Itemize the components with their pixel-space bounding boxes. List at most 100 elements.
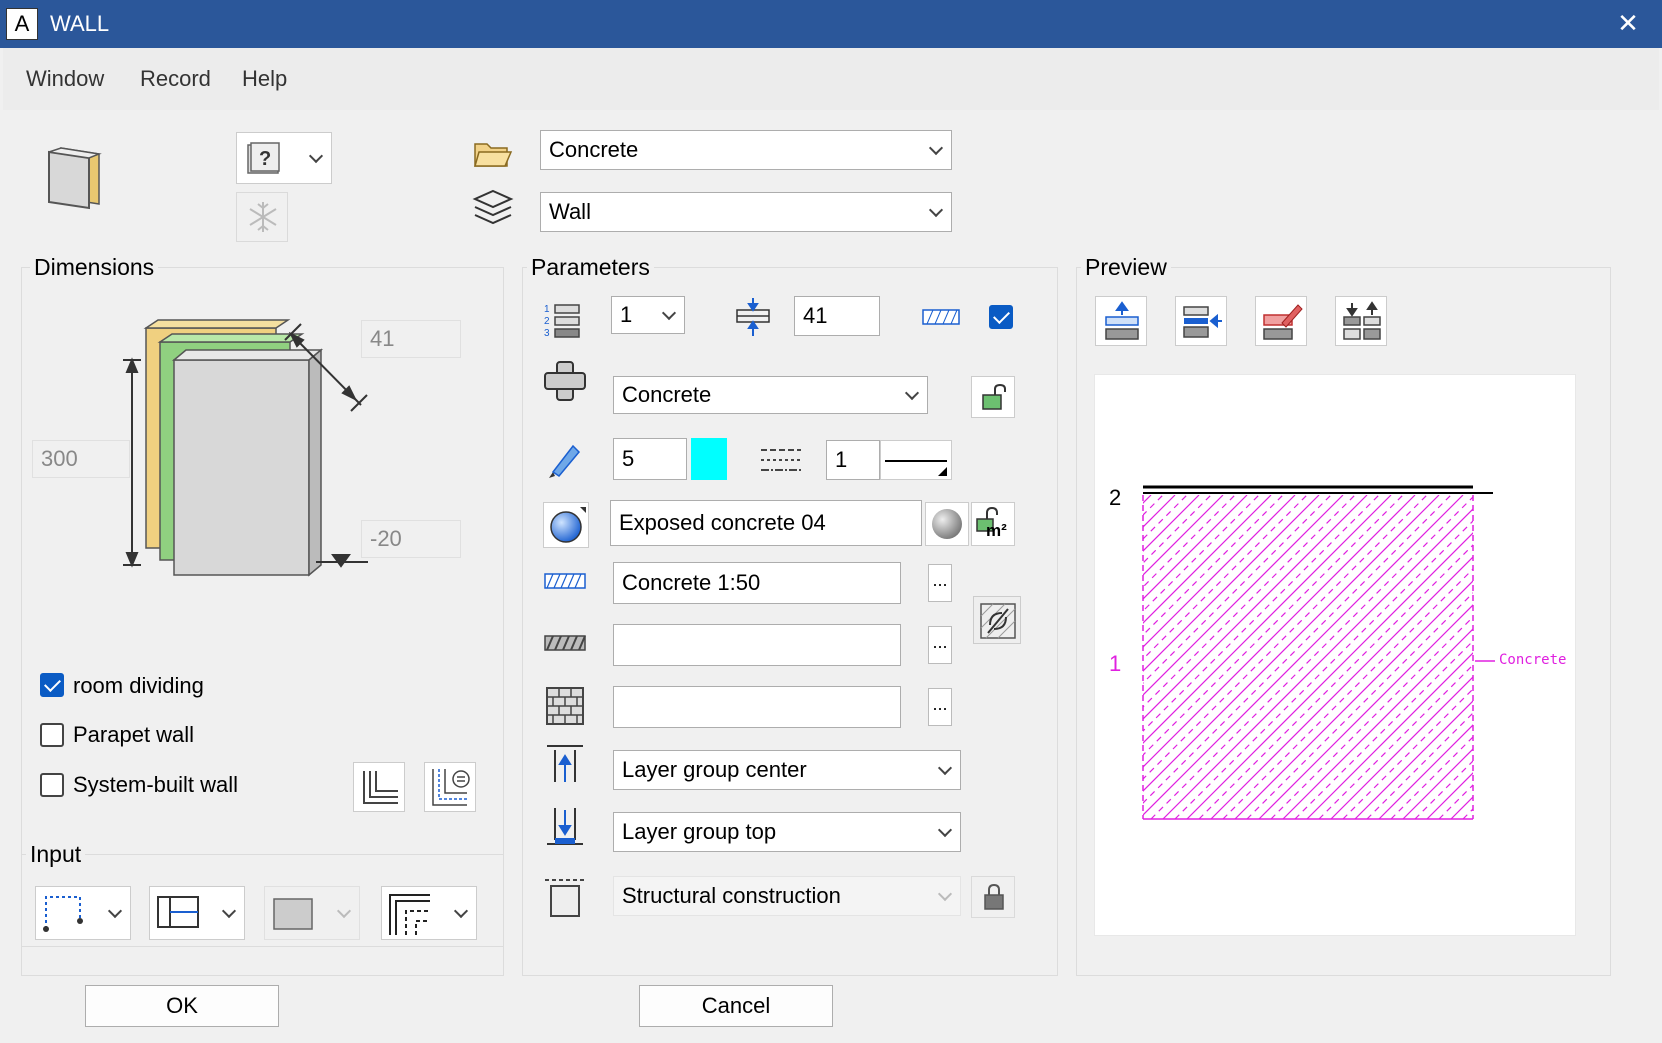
chevron-down-icon — [928, 140, 944, 156]
sphere-surface-icon — [550, 507, 586, 543]
parameters-label: Parameters — [527, 254, 654, 281]
layer-material-value: Concrete — [622, 382, 712, 407]
svg-text:1: 1 — [544, 304, 550, 315]
filling-field[interactable] — [613, 686, 901, 728]
surface-field[interactable]: Exposed concrete 04 — [610, 500, 922, 546]
layer-thickness-icon — [736, 298, 770, 336]
preview-swap-layers-button[interactable] — [1335, 296, 1387, 346]
dimension-height-field[interactable]: 300 — [32, 440, 130, 478]
input-offset-dropdown[interactable] — [381, 886, 477, 940]
anchor-top-value: Layer group top — [622, 819, 777, 844]
close-icon[interactable]: ✕ — [1608, 6, 1648, 40]
layer-number-combo[interactable]: 1 — [611, 296, 685, 334]
freeze-button[interactable] — [236, 192, 288, 242]
hatch-line-dashed — [1143, 495, 1164, 516]
menu-record[interactable]: Record — [140, 66, 211, 92]
app-icon: A — [6, 8, 38, 40]
construction-lock-button[interactable] — [971, 876, 1015, 918]
surface-button[interactable] — [543, 502, 589, 548]
wall-dimension-diagram — [123, 319, 368, 577]
wall-element-icon — [48, 147, 102, 210]
room-dividing-label: room dividing — [73, 673, 204, 698]
ok-button[interactable]: OK — [85, 985, 279, 1027]
pen-color-swatch[interactable] — [691, 438, 727, 480]
dimension-offset-field[interactable]: -20 — [361, 520, 461, 558]
system-built-wall-label: System-built wall — [73, 772, 239, 797]
preview-edit-layer-button[interactable] — [1255, 296, 1307, 346]
title-bar: A WALL ✕ — [0, 0, 1662, 48]
anchor-center-value: Layer group center — [622, 757, 807, 782]
hatch-line — [1143, 495, 1440, 792]
hatching-swap-button[interactable] — [973, 596, 1021, 644]
material-catalog-combo[interactable]: Concrete — [540, 130, 952, 170]
preview-insert-side-button[interactable] — [1175, 296, 1227, 346]
line-type-field[interactable]: 1 — [826, 440, 880, 480]
dialog-content: ? Concrete Wall Dimensions 41 300 -20 ro… — [3, 110, 1659, 1040]
input-polyline-dropdown[interactable] — [35, 886, 131, 940]
pattern-browse-button[interactable]: ... — [928, 626, 952, 664]
wall-corner-button[interactable] — [353, 762, 405, 812]
anchor-top-combo[interactable]: Layer group top — [613, 812, 961, 852]
chevron-down-icon — [904, 385, 920, 401]
material-lock-button[interactable] — [971, 376, 1015, 418]
chevron-down-icon — [937, 886, 953, 902]
swap-hatching-icon — [980, 603, 1016, 639]
pen-icon — [549, 444, 581, 478]
pen-thickness-field[interactable]: 5 — [613, 438, 687, 480]
line-style-button[interactable] — [880, 440, 952, 480]
cancel-button[interactable]: Cancel — [639, 985, 833, 1027]
hatch-line — [1143, 495, 1320, 672]
system-built-wall-checkbox[interactable] — [40, 773, 64, 797]
layer-value: Wall — [549, 199, 591, 224]
preview-material-tag: Concrete — [1499, 652, 1567, 668]
svg-text:2: 2 — [544, 316, 550, 327]
snowflake-icon — [249, 202, 277, 232]
hatch-line — [1162, 508, 1473, 819]
preview-insert-above-button[interactable] — [1095, 296, 1147, 346]
chevron-down-icon — [336, 903, 352, 919]
layer-combo[interactable]: Wall — [540, 192, 952, 232]
offset-lines-icon — [389, 894, 430, 935]
wall-placement-icon — [157, 896, 199, 928]
hatching-browse-button[interactable]: ... — [928, 564, 952, 602]
unlock-icon — [982, 383, 1006, 410]
rectangle-area-icon — [273, 898, 313, 930]
input-wall-type-dropdown[interactable] — [149, 886, 245, 940]
input-area-dropdown[interactable] — [264, 886, 360, 940]
swap-layers-icon — [1343, 301, 1381, 340]
question-book-icon: ? — [247, 142, 280, 174]
menu-window[interactable]: Window — [26, 66, 104, 92]
layer-number-icon: 123 — [544, 304, 580, 339]
hatching-icon — [544, 573, 586, 589]
insert-layer-side-icon — [1183, 306, 1222, 338]
material-icon — [544, 361, 586, 401]
format-properties-dropdown[interactable]: ? — [236, 132, 332, 184]
chevron-down-icon — [937, 760, 953, 776]
room-dividing-checkbox[interactable] — [40, 673, 64, 697]
preview-layer-top-label: 2 — [1109, 485, 1122, 510]
hatch-line-dashed — [1174, 520, 1473, 819]
construction-type-combo[interactable]: Structural construction — [613, 876, 961, 916]
anchor-center-combo[interactable]: Layer group center — [613, 750, 961, 790]
chevron-down-icon — [221, 903, 237, 919]
wall-settings-button[interactable] — [424, 762, 476, 812]
brick-filling-icon — [546, 687, 584, 725]
filling-browse-button[interactable]: ... — [928, 688, 952, 726]
parapet-wall-checkbox[interactable] — [40, 723, 64, 747]
layer-hatching-checkbox[interactable] — [989, 305, 1013, 329]
dimension-thickness-field[interactable]: 41 — [361, 320, 461, 358]
material-catalog-value: Concrete — [549, 137, 639, 162]
menu-help[interactable]: Help — [242, 66, 287, 92]
hatching-field[interactable]: Concrete 1:50 — [613, 562, 901, 604]
preview-layer-label: 1 — [1109, 651, 1122, 676]
pattern-field[interactable] — [613, 624, 901, 666]
surface-preview-button[interactable] — [925, 502, 969, 546]
layer-thickness-field[interactable]: 41 — [794, 296, 880, 336]
chevron-down-icon — [937, 822, 953, 838]
layer-material-combo[interactable]: Concrete — [613, 376, 928, 414]
preview-canvas: 2 1 Concrete — [1094, 374, 1576, 936]
hatch-line-dashed — [1198, 544, 1473, 819]
surface-area-lock-button[interactable]: m² — [971, 502, 1015, 546]
layers-icon — [472, 189, 514, 225]
hatch-line — [1143, 495, 1464, 816]
